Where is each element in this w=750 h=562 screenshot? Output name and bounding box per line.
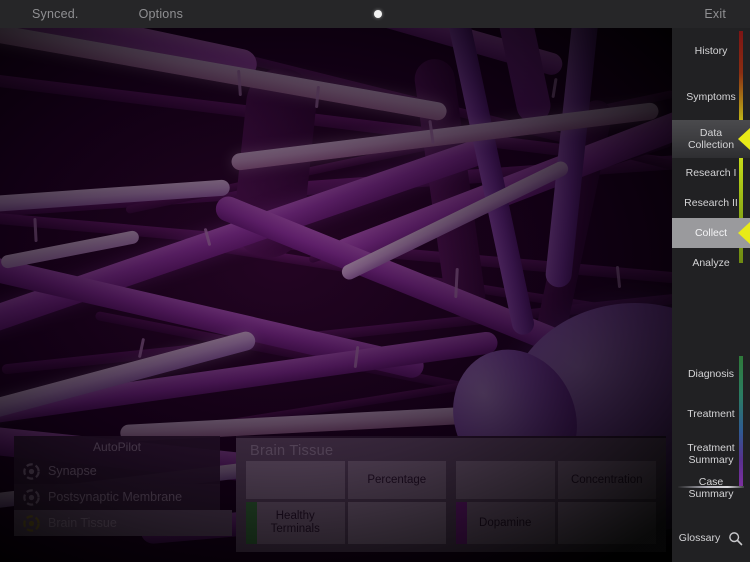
table-cell-dopamine-concentration <box>557 502 656 544</box>
sidebar-item-data-collection[interactable]: Data Collection <box>672 120 750 158</box>
record-dot-icon <box>374 10 382 18</box>
sidebar-item-symptoms[interactable]: Symptoms <box>672 74 750 120</box>
target-icon <box>23 462 40 480</box>
sidebar-item-label: Symptoms <box>686 91 736 103</box>
sidebar-item-label: Case Summary <box>688 476 734 500</box>
table-cell-healthy-terminals-percentage <box>347 502 446 544</box>
sidebar-item-label: Research I <box>685 167 737 179</box>
sidebar-item-research-2[interactable]: Research II <box>672 188 750 218</box>
selection-arrow-icon <box>738 222 750 244</box>
selection-arrow-icon <box>738 128 750 150</box>
search-icon <box>729 531 743 545</box>
autopilot-item-brain-tissue[interactable]: Brain Tissue <box>14 510 232 536</box>
percentage-table: Percentage Healthy Terminals <box>246 461 446 544</box>
table-header-percentage: Percentage <box>347 461 446 499</box>
dendritic-spine <box>551 77 558 99</box>
sidebar-item-glossary[interactable]: Glossary <box>672 516 750 560</box>
sidebar-item-label: Data Collection <box>687 127 735 151</box>
sidebar-item-history[interactable]: History <box>672 28 750 74</box>
exit-button[interactable]: Exit <box>694 0 736 28</box>
sidebar-item-treatment-summary[interactable]: Treatment Summary <box>672 434 750 474</box>
table-header-blank <box>246 461 345 499</box>
sync-status-label: Synced. <box>32 7 79 21</box>
table-header-concentration: Concentration <box>557 461 656 499</box>
data-panel-title: Brain Tissue <box>250 443 334 459</box>
sidebar-item-case-summary[interactable]: Case Summary <box>672 474 750 502</box>
autopilot-item-synapse[interactable]: Synapse <box>14 458 220 484</box>
sidebar-divider <box>678 486 744 488</box>
top-bar: Synced. Options Exit <box>0 0 750 28</box>
table-row-label-healthy-terminals[interactable]: Healthy Terminals <box>246 502 345 544</box>
table-row-label-dopamine[interactable]: Dopamine <box>456 502 555 544</box>
row-label-text: Healthy Terminals <box>270 510 320 535</box>
autopilot-item-label: Synapse <box>48 464 97 478</box>
autopilot-panel: AutoPilot Synapse Postsynaptic Membrane … <box>14 436 232 536</box>
legend-swatch-green <box>246 502 257 544</box>
sidebar-item-analyze[interactable]: Analyze <box>672 248 750 278</box>
sidebar-item-label: Treatment <box>687 408 735 420</box>
data-panel: Brain Tissue Percentage Healthy Terminal… <box>236 436 666 552</box>
sidebar-item-treatment[interactable]: Treatment <box>672 394 750 434</box>
sidebar-item-label: Collect <box>694 227 728 239</box>
sidebar-item-label: Analyze <box>692 257 730 269</box>
options-button[interactable]: Options <box>129 0 193 28</box>
autopilot-item-postsynaptic-membrane[interactable]: Postsynaptic Membrane <box>14 484 220 510</box>
target-icon-active <box>23 514 40 532</box>
data-tables-container: Percentage Healthy Terminals Concentrati… <box>236 461 666 552</box>
navigation-sidebar: History Symptoms Data Collection Researc… <box>672 28 750 562</box>
row-label-text: Dopamine <box>479 516 532 529</box>
sidebar-item-label: Diagnosis <box>687 368 735 380</box>
autopilot-item-label: Brain Tissue <box>48 516 117 530</box>
autopilot-item-label: Postsynaptic Membrane <box>48 490 183 504</box>
sidebar-item-label: Treatment Summary <box>687 442 735 466</box>
sidebar-item-diagnosis[interactable]: Diagnosis <box>672 354 750 394</box>
legend-swatch-magenta <box>456 502 467 544</box>
sidebar-item-label: Research II <box>684 197 738 209</box>
concentration-table: Concentration Dopamine <box>456 461 656 544</box>
application-root: Synced. Options Exit History Symptoms Da… <box>0 0 750 562</box>
sidebar-item-label: History <box>694 45 728 57</box>
sidebar-item-collect[interactable]: Collect <box>672 218 750 248</box>
autopilot-title: AutoPilot <box>92 440 142 454</box>
target-icon <box>23 488 40 506</box>
sidebar-item-research-1[interactable]: Research I <box>672 158 750 188</box>
table-header-blank <box>456 461 555 499</box>
glossary-label: Glossary <box>678 532 721 544</box>
